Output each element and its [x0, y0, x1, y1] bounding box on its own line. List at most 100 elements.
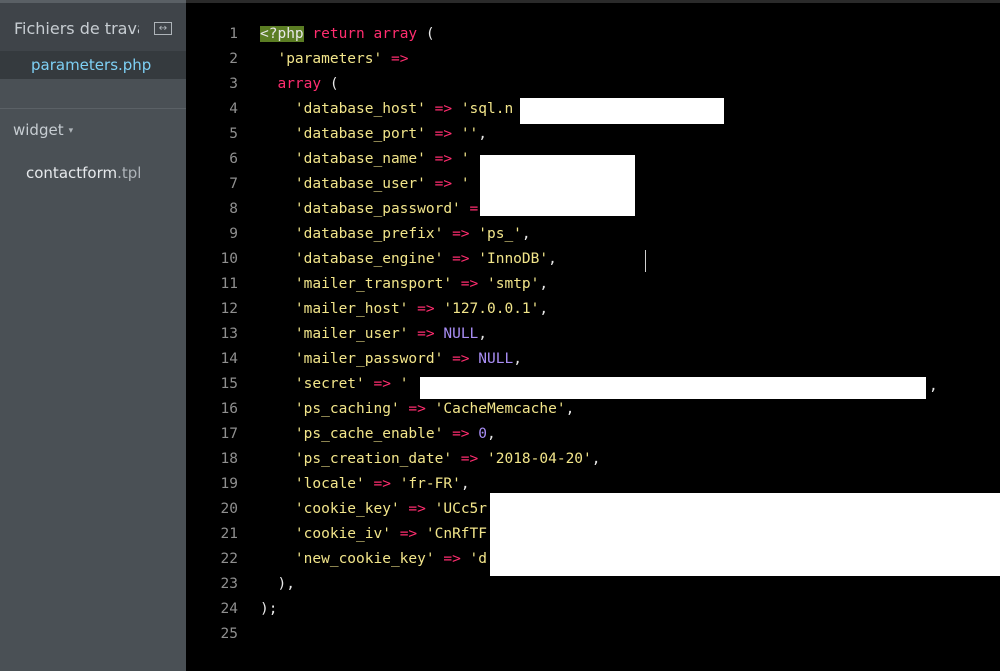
project-folder-widget[interactable]: widget ▾: [13, 121, 73, 139]
code-line: 2 'parameters' =>: [186, 47, 1000, 72]
code-text: 'parameters' =>: [260, 47, 408, 72]
file-tree-item-name: contactform: [26, 164, 118, 182]
line-number: 21: [220, 526, 238, 542]
code-token: =>: [417, 301, 435, 317]
code-token: =>: [460, 451, 479, 467]
code-token: 'database_engine': [294, 251, 444, 267]
file-tree-item-contactform[interactable]: contactform.tpl: [26, 164, 141, 182]
line-number: 4: [229, 101, 238, 117]
code-line: 18 'ps_creation_date' => '2018-04-20',: [186, 447, 1000, 472]
code-token: ,: [591, 451, 601, 467]
line-number: 13: [220, 326, 238, 342]
line-number: 16: [220, 401, 238, 417]
split-view-icon[interactable]: ↔: [154, 22, 172, 35]
code-token: NULL: [443, 326, 479, 342]
code-token: 'database_name': [294, 151, 426, 167]
code-text: <?php return array (: [260, 22, 435, 47]
code-text: 'database_name' => ': [260, 147, 470, 172]
code-token: =>: [373, 476, 391, 492]
redaction-box: [490, 493, 1000, 576]
code-token: 'database_user': [294, 176, 426, 192]
code-token: 'cookie_iv': [294, 526, 391, 542]
code-token: ': [399, 376, 409, 392]
code-line: 12 'mailer_host' => '127.0.0.1',: [186, 297, 1000, 322]
code-token: 'parameters': [277, 51, 383, 67]
code-text: 'cookie_key' => 'UCc5r: [260, 497, 487, 522]
line-number: 14: [220, 351, 238, 367]
line-number: 18: [220, 451, 238, 467]
line-number: 19: [220, 476, 238, 492]
code-token: 'ps_caching': [294, 401, 400, 417]
code-token: 0: [478, 426, 487, 442]
working-file-item-parameters[interactable]: parameters.php: [0, 51, 186, 79]
code-token: 'database_host': [294, 101, 426, 117]
line-number: 3: [229, 76, 238, 92]
line-number: 2: [229, 51, 238, 67]
code-line: 14 'mailer_password' => NULL,: [186, 347, 1000, 372]
code-token: ,: [548, 251, 557, 267]
code-token: NULL: [478, 351, 514, 367]
code-token: 'ps_': [478, 226, 522, 242]
code-text: 'ps_caching' => 'CacheMemcache',: [260, 397, 574, 422]
code-token: ,: [513, 351, 522, 367]
redaction-box: [420, 377, 926, 399]
code-token: return: [312, 26, 365, 42]
code-token: =>: [408, 501, 426, 517]
code-text: 'database_host' => 'sql.n: [260, 97, 513, 122]
code-token: =: [469, 201, 479, 217]
working-files-header: Fichiers de travail ↔: [0, 3, 186, 51]
code-token: 'ps_creation_date': [294, 451, 453, 467]
line-number: 12: [220, 301, 238, 317]
code-token: 'secret': [294, 376, 365, 392]
code-token: 'InnoDB': [478, 251, 549, 267]
code-text: 'locale' => 'fr-FR',: [260, 472, 470, 497]
code-token: ': [460, 176, 470, 192]
code-token: ,: [539, 276, 549, 292]
code-token: 'mailer_host': [294, 301, 409, 317]
code-token: 'mailer_password': [294, 351, 444, 367]
code-token: =>: [434, 176, 453, 192]
line-number: 22: [220, 551, 238, 567]
code-token: =>: [452, 426, 470, 442]
code-line: 11 'mailer_transport' => 'smtp',: [186, 272, 1000, 297]
editor-top-strip: [186, 0, 1000, 3]
line-number: 7: [229, 176, 238, 192]
line-number: 24: [220, 601, 238, 617]
code-token: =>: [390, 51, 409, 67]
sidebar-divider: [0, 108, 186, 109]
line-number: 17: [220, 426, 238, 442]
code-line: 3 array (: [186, 72, 1000, 97]
code-token: 'mailer_user': [294, 326, 409, 342]
file-tree-item-extension: .tpl: [117, 164, 142, 182]
code-text: );: [260, 597, 277, 622]
line-number: 11: [220, 276, 238, 292]
